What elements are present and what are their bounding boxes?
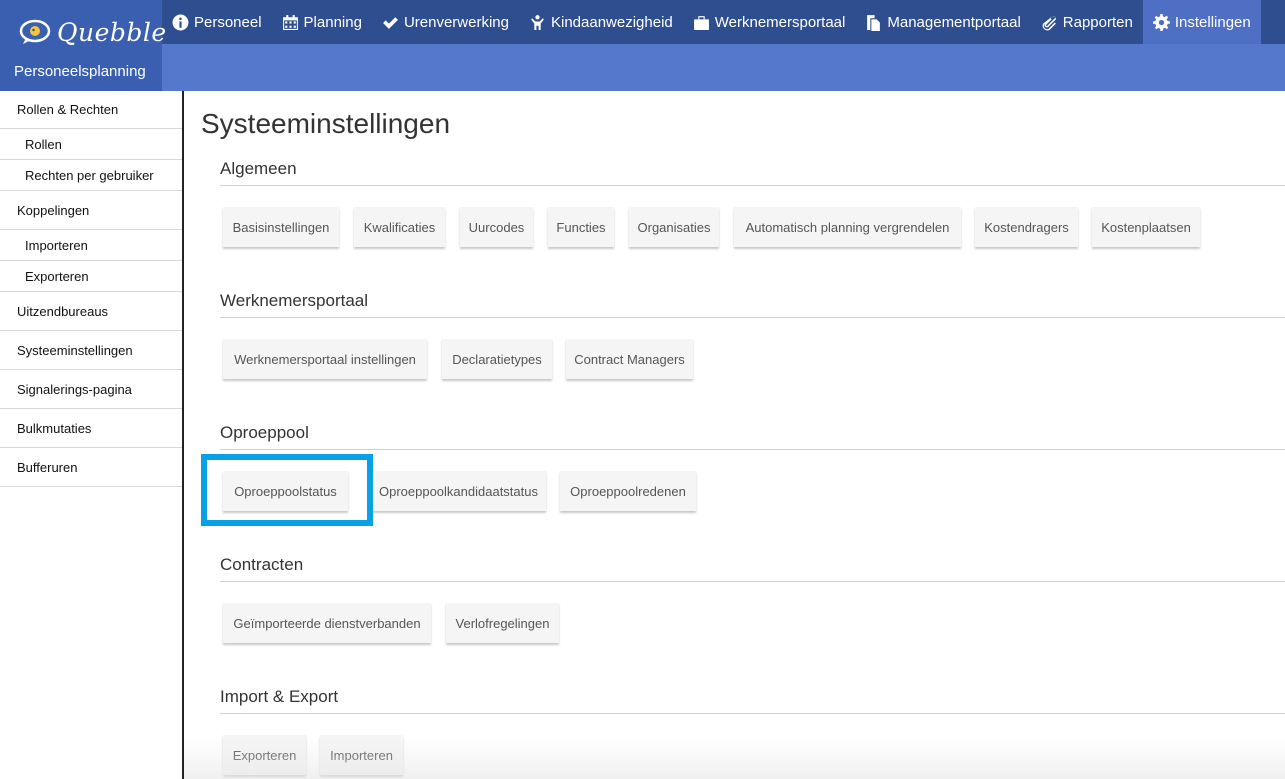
- oproeppoolkandidaatstatus-button[interactable]: Oproeppoolkandidaatstatus: [371, 471, 546, 511]
- declaratietypes-button[interactable]: Declaratietypes: [442, 339, 552, 379]
- nav-item-kindaanwezigheid[interactable]: Kindaanwezigheid: [519, 0, 683, 44]
- nav-label: Werknemersportaal: [714, 13, 846, 31]
- nav-label: Personeel: [194, 13, 262, 31]
- nav-item-personeel[interactable]: Personeel: [162, 0, 272, 44]
- kostendragers-button[interactable]: Kostendragers: [975, 207, 1078, 247]
- speech-bubble-logo-icon: [19, 19, 51, 44]
- werknemersportaal-instellingen-button[interactable]: Werknemersportaal instellingen: [223, 339, 427, 379]
- section-title: Algemeen: [220, 159, 1285, 186]
- sidebar: Rollen & Rechten Rollen Rechten per gebr…: [0, 91, 184, 779]
- sidebar-item-signalerings-pagina[interactable]: Signalerings-pagina: [0, 370, 182, 409]
- kwalificaties-button[interactable]: Kwalificaties: [354, 207, 445, 247]
- sidebar-item-systeeminstellingen[interactable]: Systeeminstellingen: [0, 331, 182, 370]
- oproeppoolstatus-button[interactable]: Oproeppoolstatus: [223, 471, 348, 511]
- nav-item-urenverwerking[interactable]: Urenverwerking: [372, 0, 519, 44]
- exporteren-button[interactable]: Exporteren: [223, 735, 306, 775]
- logo-text: Quebble: [57, 17, 167, 47]
- page-title: Systeeminstellingen: [201, 108, 451, 139]
- button-row: Geïmporteerde dienstverbanden Verlofrege…: [220, 603, 1285, 643]
- paperclip-icon: [1041, 14, 1058, 31]
- sidebar-item-importeren[interactable]: Importeren: [0, 230, 182, 261]
- section-algemeen: Algemeen Basisinstellingen Kwalificaties…: [220, 159, 1285, 247]
- child-icon: [529, 14, 546, 31]
- gear-icon: [1152, 13, 1170, 31]
- importeren-button[interactable]: Importeren: [320, 735, 403, 775]
- sidebar-item-bulkmutaties[interactable]: Bulkmutaties: [0, 409, 182, 448]
- sidebar-list: Rollen & Rechten Rollen Rechten per gebr…: [0, 91, 182, 487]
- nav-label: Managementportaal: [887, 13, 1021, 31]
- sidebar-item-rechten-per-gebruiker[interactable]: Rechten per gebruiker: [0, 160, 182, 191]
- sidebar-item-rollen-rechten[interactable]: Rollen & Rechten: [0, 91, 182, 129]
- section-title: Import & Export: [220, 687, 1285, 714]
- sidebar-item-koppelingen[interactable]: Koppelingen: [0, 191, 182, 230]
- sub-header-bar: [0, 44, 1285, 91]
- main-nav: Personeel Planning Urenverwerking Kindaa…: [162, 0, 1261, 44]
- nav-item-managementportaal[interactable]: Managementportaal: [855, 0, 1030, 44]
- sidebar-item-rollen[interactable]: Rollen: [0, 129, 182, 160]
- calendar-icon: [282, 14, 299, 31]
- checkmark-icon: [382, 14, 399, 31]
- uurcodes-button[interactable]: Uurcodes: [460, 207, 533, 247]
- section-title: Contracten: [220, 555, 1285, 582]
- nav-label: Urenverwerking: [403, 13, 509, 31]
- section-oproeppool: Oproeppool Oproeppoolstatus Oproeppoolka…: [220, 423, 1285, 511]
- sidebar-item-uitzendbureaus[interactable]: Uitzendbureaus: [0, 292, 182, 331]
- brand-block[interactable]: Quebble Personeelsplanning: [0, 0, 166, 91]
- nav-label: Planning: [303, 13, 362, 31]
- automatisch-planning-vergrendelen-button[interactable]: Automatisch planning vergrendelen: [734, 207, 961, 247]
- info-circle-icon: [172, 14, 189, 31]
- nav-label: Rapporten: [1062, 13, 1133, 31]
- logo: Quebble: [19, 15, 167, 49]
- organisaties-button[interactable]: Organisaties: [629, 207, 719, 247]
- button-row: Exporteren Importeren: [220, 735, 1285, 775]
- functies-button[interactable]: Functies: [548, 207, 614, 247]
- oproeppoolredenen-button[interactable]: Oproeppoolredenen: [560, 471, 696, 511]
- section-title: Werknemersportaal: [220, 291, 1285, 318]
- button-row: Basisinstellingen Kwalificaties Uurcodes…: [220, 207, 1285, 247]
- nav-item-instellingen[interactable]: Instellingen: [1142, 0, 1261, 44]
- section-contracten: Contracten Geïmporteerde dienstverbanden…: [220, 555, 1285, 643]
- briefcase-icon: [693, 14, 710, 31]
- sidebar-item-bufferuren[interactable]: Bufferuren: [0, 448, 182, 487]
- nav-item-rapporten[interactable]: Rapporten: [1031, 0, 1143, 44]
- documents-icon: [865, 14, 882, 31]
- nav-label: Kindaanwezigheid: [550, 13, 673, 31]
- verlofregelingen-button[interactable]: Verlofregelingen: [446, 603, 559, 643]
- button-row: Oproeppoolstatus Oproeppoolkandidaatstat…: [220, 471, 1285, 511]
- geimporteerde-dienstverbanden-button[interactable]: Geïmporteerde dienstverbanden: [223, 603, 431, 643]
- nav-item-werknemersportaal[interactable]: Werknemersportaal: [683, 0, 856, 44]
- nav-label: Instellingen: [1174, 13, 1251, 31]
- section-title: Oproeppool: [220, 423, 1285, 450]
- app-subtitle: Personeelsplanning: [14, 63, 146, 80]
- contract-managers-button[interactable]: Contract Managers: [566, 339, 693, 379]
- sidebar-item-exporteren[interactable]: Exporteren: [0, 261, 182, 292]
- kostenplaatsen-button[interactable]: Kostenplaatsen: [1092, 207, 1200, 247]
- section-import-export: Import & Export Exporteren Importeren: [220, 687, 1285, 775]
- basisinstellingen-button[interactable]: Basisinstellingen: [223, 207, 339, 247]
- nav-item-planning[interactable]: Planning: [272, 0, 372, 44]
- button-row: Werknemersportaal instellingen Declarati…: [220, 339, 1285, 379]
- section-werknemersportaal: Werknemersportaal Werknemersportaal inst…: [220, 291, 1285, 379]
